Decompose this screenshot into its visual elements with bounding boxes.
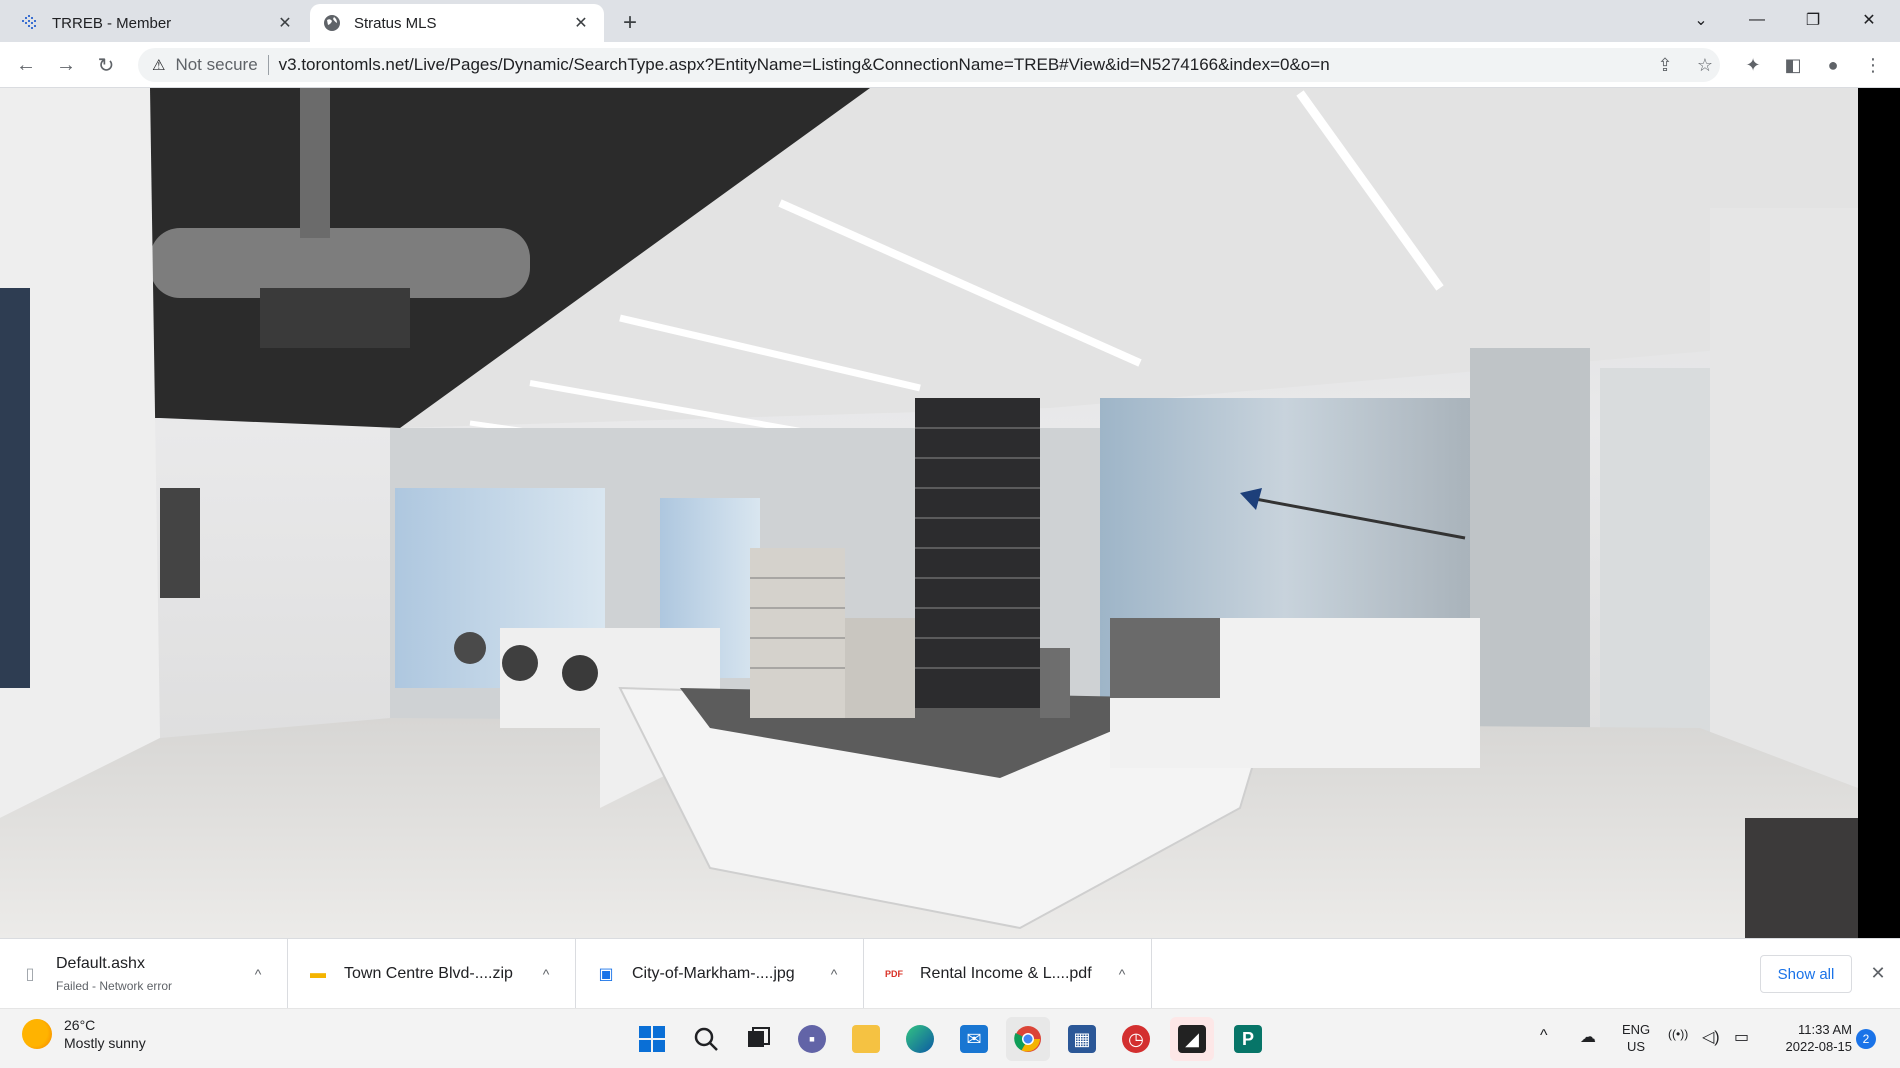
warning-icon[interactable]: ⚠ bbox=[152, 56, 165, 74]
weather-condition: Mostly sunny bbox=[64, 1035, 146, 1051]
app-button[interactable]: ◷ bbox=[1114, 1017, 1158, 1061]
tab-stratus-mls[interactable]: Stratus MLS ✕ bbox=[310, 4, 604, 42]
volume-icon[interactable]: ◁) bbox=[1702, 1027, 1720, 1047]
chevron-up-icon[interactable]: ^ bbox=[1109, 966, 1135, 982]
extensions-icon[interactable]: ✦ bbox=[1737, 49, 1769, 81]
mail-icon: ✉ bbox=[960, 1025, 988, 1053]
close-tab-icon[interactable]: ✕ bbox=[274, 12, 296, 34]
minimize-button[interactable]: — bbox=[1734, 0, 1780, 40]
windows-logo-icon bbox=[639, 1026, 665, 1052]
chrome-button[interactable] bbox=[1006, 1017, 1050, 1061]
folder-icon bbox=[852, 1025, 880, 1053]
reload-button[interactable]: ↻ bbox=[90, 49, 122, 81]
wifi-icon[interactable]: ((•)) bbox=[1668, 1027, 1688, 1041]
weather-temperature: 26°C bbox=[64, 1017, 96, 1033]
language-indicator[interactable]: ENG US bbox=[1622, 1021, 1650, 1055]
task-view-button[interactable] bbox=[736, 1017, 780, 1061]
image-file-icon: ▣ bbox=[598, 966, 614, 983]
download-filename: Rental Income & L....pdf bbox=[920, 965, 1092, 982]
file-icon: ▯ bbox=[25, 966, 35, 983]
download-bar: ▯ Default.ashx Failed - Network error ^ … bbox=[0, 938, 1900, 1009]
close-download-bar-icon[interactable]: ✕ bbox=[1864, 959, 1892, 987]
download-item[interactable]: ▬ Town Centre Blvd-....zip ^ bbox=[288, 939, 576, 1009]
download-item[interactable]: ▣ City-of-Markham-....jpg ^ bbox=[576, 939, 864, 1009]
close-window-button[interactable]: ✕ bbox=[1846, 0, 1892, 40]
publisher-button[interactable]: P bbox=[1226, 1017, 1270, 1061]
teams-chat-button[interactable]: ▪ bbox=[790, 1017, 834, 1061]
search-icon bbox=[694, 1027, 718, 1051]
share-icon[interactable]: ⇪ bbox=[1648, 48, 1682, 82]
address-bar[interactable]: ⚠ Not secure v3.torontomls.net/Live/Page… bbox=[138, 48, 1720, 82]
red-circle-app-icon: ◷ bbox=[1122, 1025, 1150, 1053]
browser-toolbar: ← → ↻ ⚠ Not secure v3.torontomls.net/Liv… bbox=[0, 42, 1900, 88]
chrome-browser-icon bbox=[1014, 1026, 1041, 1052]
chevron-up-icon[interactable]: ^ bbox=[245, 966, 271, 982]
chevron-up-icon[interactable]: ^ bbox=[533, 966, 559, 982]
network-cloud-icon[interactable]: ☁ bbox=[1580, 1027, 1596, 1047]
start-button[interactable] bbox=[630, 1017, 674, 1061]
download-filename: City-of-Markham-....jpg bbox=[632, 965, 795, 982]
forward-button[interactable]: → bbox=[50, 49, 82, 81]
globe-icon bbox=[322, 13, 342, 33]
system-clock[interactable]: 11:33 AM 2022-08-15 bbox=[1762, 1021, 1853, 1055]
clock-time: 11:33 AM bbox=[1798, 1022, 1852, 1037]
sticky-notes-icon: ◢ bbox=[1178, 1025, 1206, 1053]
pdf-file-icon: PDF bbox=[885, 969, 903, 979]
download-filename: Default.ashx bbox=[56, 955, 145, 972]
chevron-up-icon[interactable]: ^ bbox=[821, 966, 847, 982]
download-item[interactable]: PDF Rental Income & L....pdf ^ bbox=[864, 939, 1152, 1009]
download-item[interactable]: ▯ Default.ashx Failed - Network error ^ bbox=[0, 939, 288, 1009]
tab-strip: TRREB - Member ✕ Stratus MLS ✕ + ⌄ — ❐ ✕ bbox=[0, 0, 1900, 42]
profile-avatar-icon[interactable]: ● bbox=[1817, 49, 1849, 81]
restore-button[interactable]: ❐ bbox=[1790, 0, 1836, 40]
new-tab-button[interactable]: + bbox=[614, 8, 646, 38]
listing-photo[interactable] bbox=[0, 88, 1858, 938]
file-explorer-button[interactable] bbox=[844, 1017, 888, 1061]
tab-title: Stratus MLS bbox=[354, 14, 437, 32]
sun-icon bbox=[22, 1019, 52, 1049]
tab-trreb-member[interactable]: TRREB - Member ✕ bbox=[8, 4, 308, 42]
tab-search-icon[interactable]: ⌄ bbox=[1678, 0, 1724, 40]
clock-date: 2022-08-15 bbox=[1785, 1039, 1853, 1054]
download-filename: Town Centre Blvd-....zip bbox=[344, 965, 513, 982]
chat-icon: ▪ bbox=[798, 1025, 826, 1053]
security-status[interactable]: Not secure bbox=[175, 55, 257, 75]
mail-button[interactable]: ✉ bbox=[952, 1017, 996, 1061]
zip-folder-icon: ▬ bbox=[310, 965, 326, 982]
region-code: US bbox=[1627, 1039, 1646, 1054]
edge-button[interactable] bbox=[898, 1017, 942, 1061]
side-panel-icon[interactable]: ◧ bbox=[1777, 49, 1809, 81]
bookmark-star-icon[interactable]: ☆ bbox=[1688, 48, 1722, 82]
page-content bbox=[0, 88, 1900, 938]
task-view-icon bbox=[748, 1027, 770, 1047]
trreb-logo-icon bbox=[20, 13, 40, 33]
notification-badge[interactable]: 2 bbox=[1856, 1029, 1876, 1049]
taskbar: 26°C Mostly sunny ▪ ✉ ▦ ◷ ◢ P ^ ☁ ENG US bbox=[0, 1008, 1900, 1068]
url-text[interactable]: v3.torontomls.net/Live/Pages/Dynamic/Sea… bbox=[279, 55, 1330, 75]
omnibox-divider bbox=[267, 55, 269, 75]
tab-title: TRREB - Member bbox=[52, 14, 172, 32]
close-tab-icon[interactable]: ✕ bbox=[570, 12, 592, 34]
store-button[interactable]: ▦ bbox=[1060, 1017, 1104, 1061]
store-bag-icon: ▦ bbox=[1068, 1025, 1096, 1053]
edge-browser-icon bbox=[906, 1025, 934, 1053]
publisher-icon: P bbox=[1234, 1025, 1262, 1053]
search-button[interactable] bbox=[684, 1017, 728, 1061]
sticky-notes-button[interactable]: ◢ bbox=[1170, 1017, 1214, 1061]
battery-icon[interactable]: ▭ bbox=[1734, 1027, 1749, 1047]
weather-widget[interactable]: 26°C Mostly sunny bbox=[22, 1017, 146, 1051]
language-code: ENG bbox=[1622, 1022, 1651, 1037]
download-status: Failed - Network error bbox=[56, 979, 173, 993]
menu-icon[interactable]: ⋮ bbox=[1857, 49, 1889, 81]
show-all-button[interactable]: Show all bbox=[1760, 955, 1852, 993]
show-hidden-icons-chevron-icon[interactable]: ^ bbox=[1540, 1027, 1548, 1045]
back-button[interactable]: ← bbox=[10, 49, 42, 81]
